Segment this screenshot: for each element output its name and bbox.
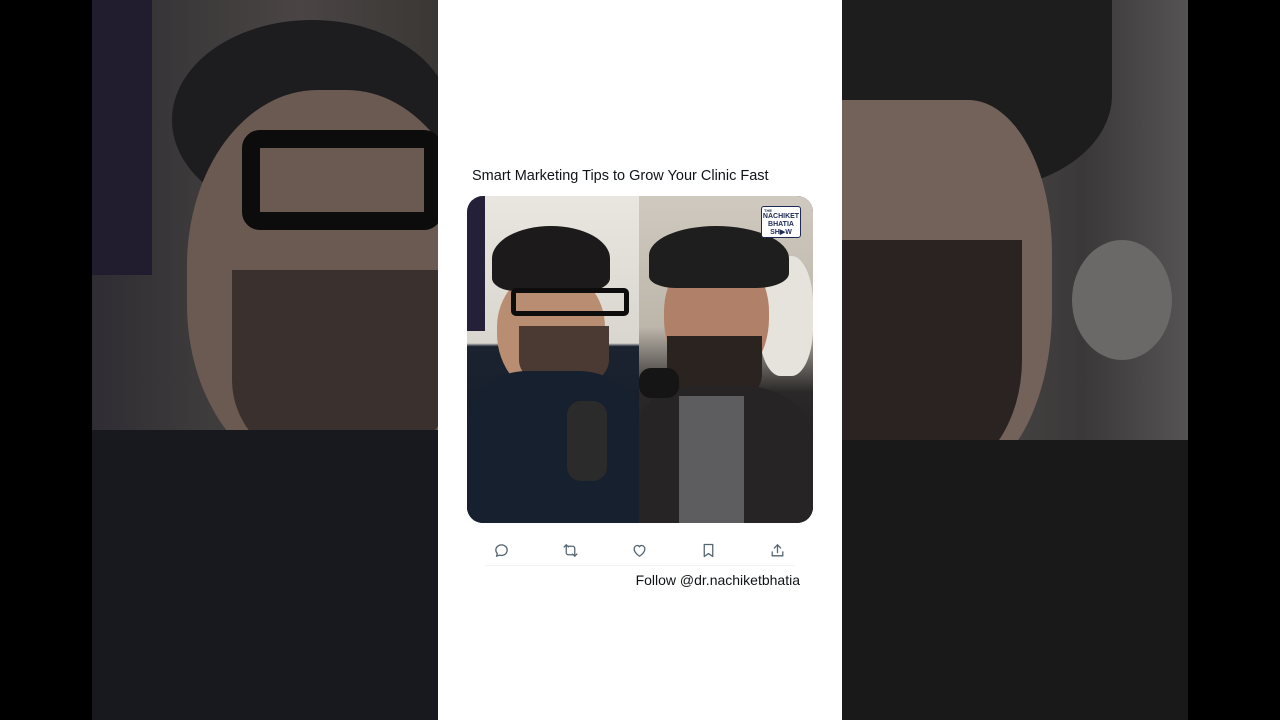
bookmark-button[interactable] (696, 538, 720, 562)
like-button[interactable] (627, 538, 651, 562)
logo-line-3: BHATIA (768, 221, 794, 228)
background-shirt (92, 430, 438, 720)
reply-button[interactable] (489, 538, 513, 562)
wall-frame (467, 196, 485, 331)
bookmark-icon (703, 543, 713, 557)
guest-hair (492, 226, 610, 291)
share-button[interactable] (765, 538, 789, 562)
microphone (567, 401, 607, 481)
reply-icon (494, 543, 508, 557)
image-right-panel (639, 196, 813, 523)
host-shirt (679, 396, 744, 523)
repost-button[interactable] (558, 538, 582, 562)
logo-line-4: SH▶W (770, 229, 792, 236)
follow-handle[interactable]: Follow @dr.nachiketbhatia (636, 572, 800, 588)
background-glasses (242, 130, 438, 230)
post-image[interactable]: THE NACHIKET BHATIA SH▶W (467, 196, 813, 523)
divider (485, 565, 795, 566)
host-microphone (639, 368, 679, 398)
guest-shirt (467, 371, 639, 523)
image-left-panel (467, 196, 639, 523)
post-title: Smart Marketing Tips to Grow Your Clinic… (472, 168, 769, 184)
repost-icon (562, 543, 578, 557)
show-logo: THE NACHIKET BHATIA SH▶W (761, 206, 801, 238)
background-flowers (1072, 240, 1172, 360)
logo-line-2: NACHIKET (762, 213, 800, 220)
guest-glasses (511, 288, 629, 316)
share-icon (771, 543, 783, 556)
like-icon (633, 544, 645, 557)
background-blur-left (92, 0, 438, 720)
background-frame (92, 0, 152, 275)
background-jacket (842, 440, 1188, 720)
post-card: Smart Marketing Tips to Grow Your Clinic… (438, 0, 842, 720)
post-actions (485, 538, 795, 562)
background-blur-right (842, 0, 1188, 720)
